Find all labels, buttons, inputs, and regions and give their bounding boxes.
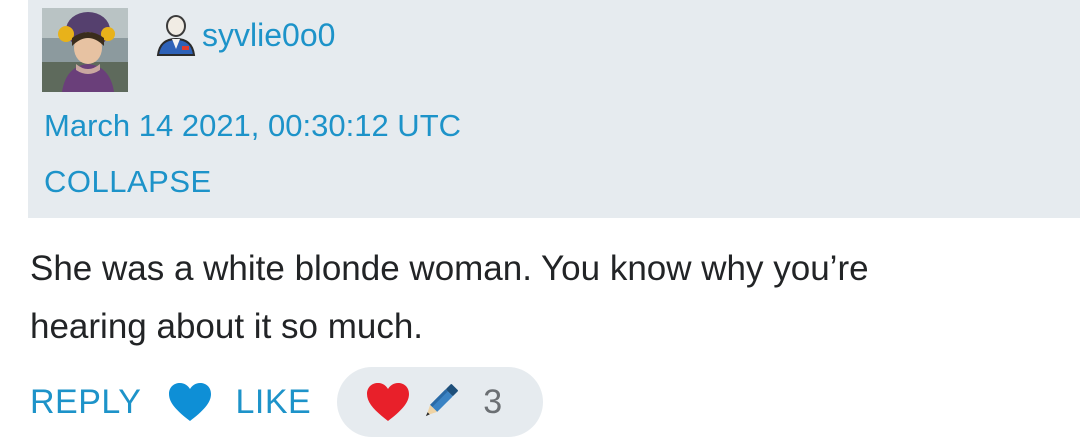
comment-header: syvlie0o0 March 14 2021, 00:30:12 UTC CO…: [28, 0, 1080, 218]
author-row: syvlie0o0: [152, 10, 335, 60]
comment-timestamp[interactable]: March 14 2021, 00:30:12 UTC: [44, 110, 461, 141]
heart-icon: [167, 381, 213, 423]
red-heart-icon: [365, 381, 411, 423]
like-label: LIKE: [235, 382, 312, 421]
user-avatar[interactable]: [42, 8, 128, 92]
comment-page: syvlie0o0 March 14 2021, 00:30:12 UTC CO…: [0, 0, 1080, 444]
comment-body-line: She was a white blonde woman. You know w…: [30, 249, 869, 288]
moderator-person-icon: [152, 13, 200, 57]
comment-body: She was a white blonde woman. You know w…: [30, 240, 1070, 356]
comment-actions: REPLY LIKE 3: [30, 366, 544, 438]
like-button[interactable]: LIKE: [167, 381, 311, 423]
reply-button[interactable]: REPLY: [30, 383, 141, 422]
pencil-icon: [417, 379, 463, 425]
author-username[interactable]: syvlie0o0: [202, 19, 335, 51]
comment-body-line: hearing about it so much.: [30, 307, 424, 346]
reactions-summary[interactable]: 3: [337, 367, 544, 437]
collapse-button[interactable]: COLLAPSE: [44, 166, 212, 197]
reaction-count: 3: [483, 382, 503, 421]
avatar-photo-icon: [42, 8, 128, 92]
